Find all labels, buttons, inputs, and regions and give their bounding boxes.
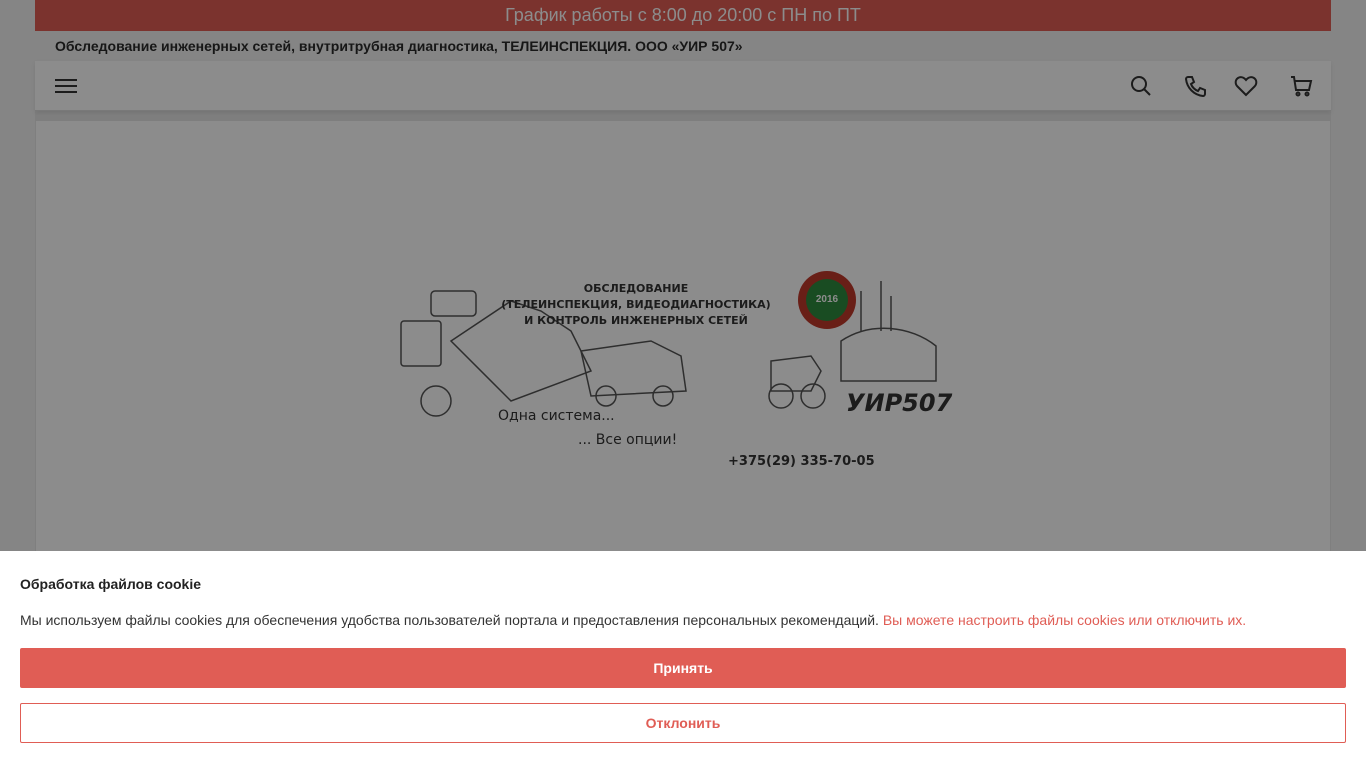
cookie-banner: Обработка файлов cookie Мы используем фа… bbox=[0, 551, 1366, 768]
accept-button[interactable]: Принять bbox=[20, 648, 1346, 688]
decline-button[interactable]: Отклонить bbox=[20, 703, 1346, 743]
cookie-description: Мы используем файлы cookies для обеспече… bbox=[20, 612, 1247, 628]
cookie-title: Обработка файлов cookie bbox=[20, 576, 202, 592]
cookie-settings-link[interactable]: Вы можете настроить файлы cookies или от… bbox=[883, 612, 1246, 628]
